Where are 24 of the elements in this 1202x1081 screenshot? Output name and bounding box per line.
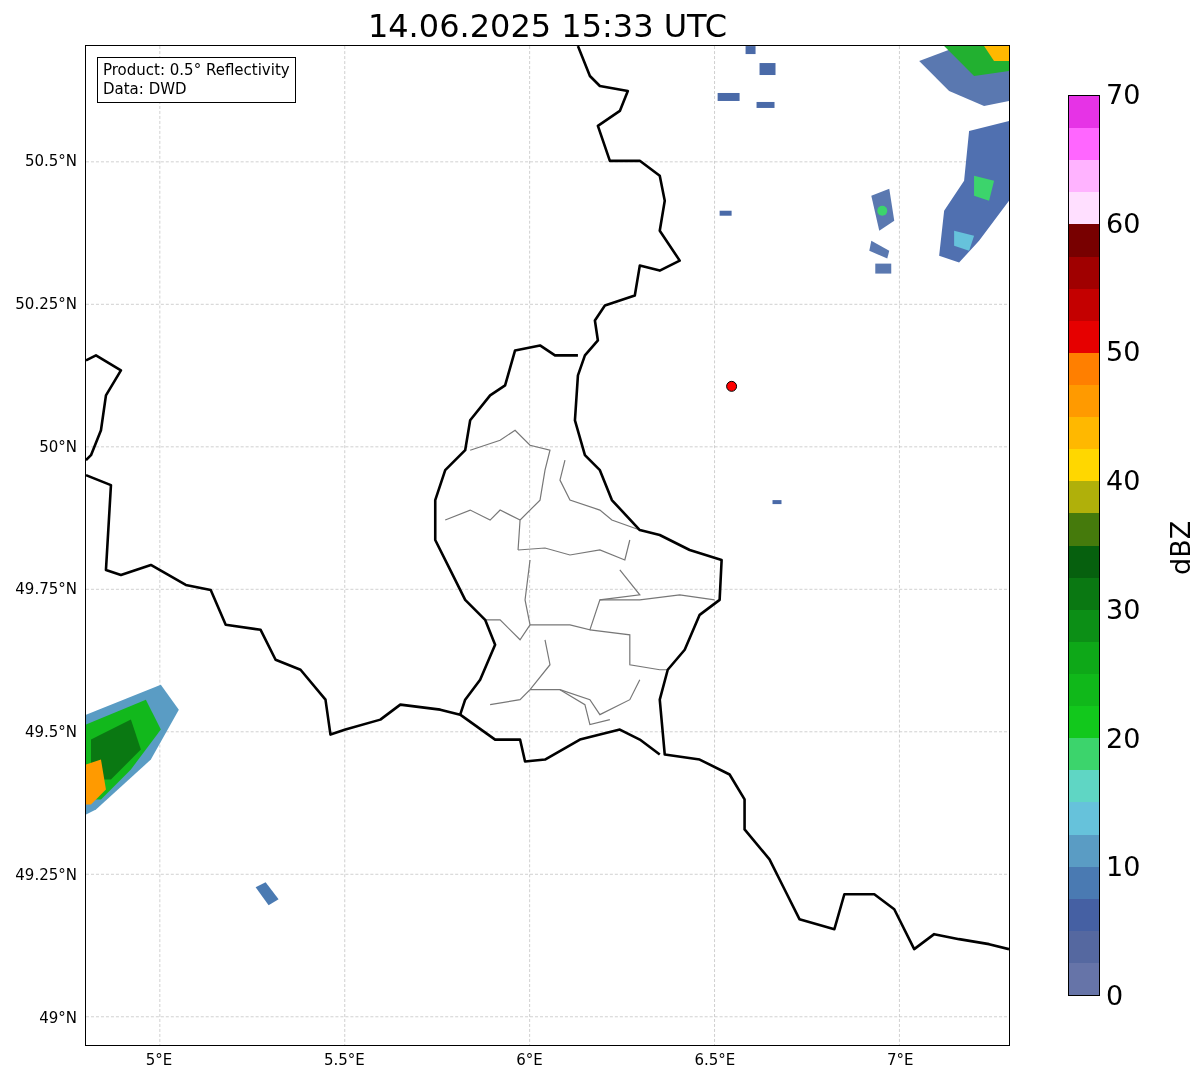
latitude-label: 50.5°N [24, 152, 77, 170]
latitude-label: 49.25°N [15, 866, 77, 884]
colorbar-tick-label: 60 [1106, 207, 1141, 240]
longitude-label: 6.5°E [694, 1051, 736, 1069]
latitude-label: 50°N [39, 437, 77, 456]
colorbar-tick-label: 10 [1106, 851, 1141, 884]
info-text: Data: DWD [103, 80, 188, 99]
colorbar-tick-label: 30 [1106, 593, 1141, 626]
chart-title: 14.06.2025 15:33 UTC [366, 6, 729, 45]
colorbar-tick-label: 70 [1106, 79, 1141, 111]
info-text: Product: 0.5° Reflectivity [103, 61, 290, 80]
colorbar-tick-label: 50 [1106, 336, 1141, 369]
latitude-label: 49°N [39, 1008, 77, 1027]
latitude-label: 49.5°N [24, 723, 77, 742]
latitude-label: 50.25°N [15, 294, 77, 313]
colorbar-tick-label: 40 [1106, 465, 1141, 498]
longitude-label: 5.5°E [323, 1051, 365, 1069]
longitude-label: 6°E [516, 1051, 543, 1069]
colorbar-label: dBZ [1165, 520, 1196, 575]
colorbar-tick-label: 20 [1106, 722, 1141, 755]
latitude-label: 49.75°N [15, 580, 77, 599]
longitude-label: 5°E [145, 1051, 173, 1069]
longitude-label: 7°E [886, 1051, 914, 1069]
colorbar-tick-label: 0 [1106, 980, 1124, 1012]
